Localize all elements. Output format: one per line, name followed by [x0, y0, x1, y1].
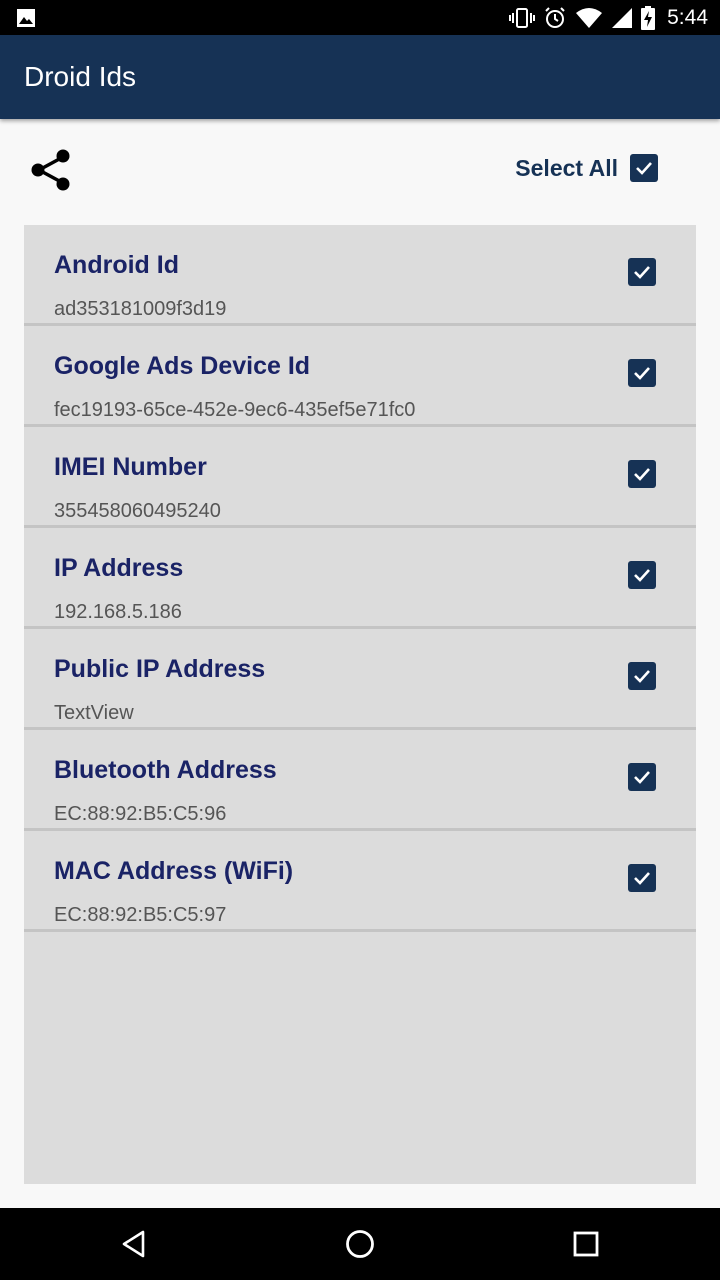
- item-title: Bluetooth Address: [54, 756, 277, 784]
- status-time: 5:44: [667, 5, 708, 29]
- list-item-imei-number[interactable]: IMEI Number 355458060495240: [24, 427, 696, 528]
- select-all-label: Select All: [515, 154, 618, 181]
- item-checkbox[interactable]: [628, 460, 656, 488]
- id-list: Android Id ad353181009f3d19 Google Ads D…: [24, 225, 696, 1184]
- item-checkbox[interactable]: [628, 561, 656, 589]
- item-value: EC:88:92:B5:C5:97: [54, 904, 227, 926]
- item-checkbox[interactable]: [628, 763, 656, 791]
- select-all-checkbox[interactable]: [630, 154, 658, 182]
- checkmark-icon: [634, 771, 650, 784]
- item-checkbox[interactable]: [628, 258, 656, 286]
- item-title: Google Ads Device Id: [54, 352, 311, 380]
- checkmark-icon: [634, 569, 650, 582]
- checkmark-icon: [634, 872, 650, 885]
- status-bar: 5:44: [0, 0, 720, 35]
- item-title: MAC Address (WiFi): [54, 857, 294, 885]
- select-all-control[interactable]: Select All: [515, 152, 658, 184]
- back-button[interactable]: [114, 1224, 154, 1264]
- app-bar: Droid Ids: [0, 35, 720, 119]
- list-item-bluetooth-address[interactable]: Bluetooth Address EC:88:92:B5:C5:96: [24, 730, 696, 831]
- checkmark-icon: [634, 468, 650, 481]
- battery-charging-icon: [641, 5, 656, 30]
- item-title: Public IP Address: [54, 655, 266, 683]
- item-checkbox[interactable]: [628, 359, 656, 387]
- back-icon: [122, 1230, 145, 1258]
- recents-icon: [573, 1231, 599, 1257]
- item-value: 192.168.5.186: [54, 601, 182, 623]
- wifi-icon: [576, 7, 603, 28]
- vibrate-icon: [509, 7, 536, 28]
- home-button[interactable]: [340, 1224, 380, 1264]
- list-item-android-id[interactable]: Android Id ad353181009f3d19: [24, 225, 696, 326]
- toolbar-row: Select All: [0, 119, 720, 225]
- share-icon[interactable]: [28, 147, 74, 193]
- item-value: ad353181009f3d19: [54, 298, 227, 320]
- checkmark-icon: [634, 670, 650, 683]
- recents-button[interactable]: [566, 1224, 606, 1264]
- item-title: IMEI Number: [54, 453, 207, 481]
- item-title: IP Address: [54, 554, 184, 582]
- item-value: EC:88:92:B5:C5:96: [54, 803, 227, 825]
- item-checkbox[interactable]: [628, 662, 656, 690]
- app-title: Droid Ids: [24, 61, 137, 92]
- item-value: 355458060495240: [54, 500, 221, 522]
- list-item-google-ads-device-id[interactable]: Google Ads Device Id fec19193-65ce-452e-…: [24, 326, 696, 427]
- alarm-icon: [545, 6, 565, 28]
- checkmark-icon: [636, 162, 652, 175]
- list-item-mac-address-wifi[interactable]: MAC Address (WiFi) EC:88:92:B5:C5:97: [24, 831, 696, 932]
- checkmark-icon: [634, 367, 650, 380]
- status-icons: 5:44: [509, 0, 708, 35]
- item-value: fec19193-65ce-452e-9ec6-435ef5e71fc0: [54, 399, 416, 421]
- list-item-ip-address[interactable]: IP Address 192.168.5.186: [24, 528, 696, 629]
- checkmark-icon: [634, 266, 650, 279]
- image-notification-icon: [17, 9, 35, 27]
- list-item-public-ip-address[interactable]: Public IP Address TextView: [24, 629, 696, 730]
- item-title: Android Id: [54, 251, 179, 279]
- item-value: TextView: [54, 702, 134, 724]
- signal-icon: [612, 7, 633, 28]
- home-icon: [346, 1230, 374, 1258]
- item-checkbox[interactable]: [628, 864, 656, 892]
- navigation-bar: [0, 1208, 720, 1280]
